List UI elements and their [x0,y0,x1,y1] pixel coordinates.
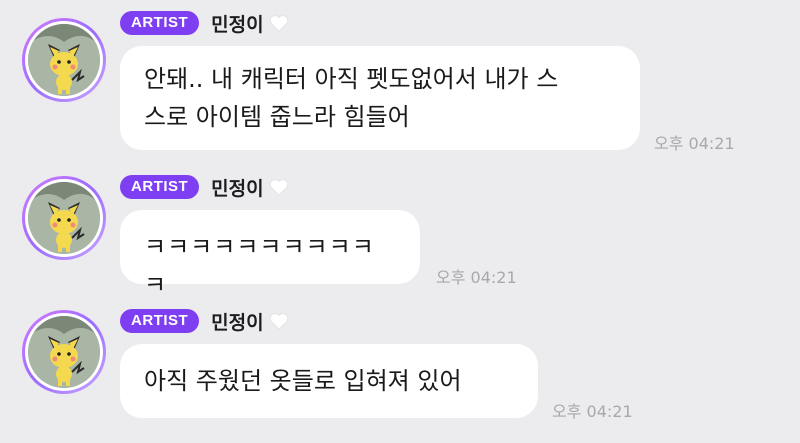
sender-row: ARTIST 민정이 [120,308,290,334]
artist-badge: ARTIST [120,175,200,199]
message-line: 스로 아이템 줍느라 힘들어 [144,103,410,131]
sender-row: ARTIST 민정이 [120,10,290,36]
white-heart-icon [269,179,288,196]
timestamp: 오후 04:21 [552,402,633,421]
timestamp: 오후 04:21 [654,134,735,153]
white-heart-icon [269,15,288,32]
sender-row: ARTIST 민정이 [120,174,290,200]
sender-name[interactable]: 민정이 [211,308,263,335]
message-bubble[interactable]: 안돼.. 내 캐릭터 아직 펫도없어서 내가 스 스로 아이템 줍느라 힘들어 [120,46,640,150]
message-line: 아직 주웠던 옷들로 입혀져 있어 [144,367,462,395]
message-line: ㅋㅋㅋㅋㅋㅋㅋㅋㅋㅋㅋ [144,233,375,299]
pichu-avatar-icon [28,182,100,254]
artist-badge: ARTIST [120,309,200,333]
pichu-avatar-icon [28,316,100,388]
message-line: 안돼.. 내 캐릭터 아직 펫도없어서 내가 스 [144,65,559,93]
artist-badge: ARTIST [120,11,200,35]
avatar[interactable] [22,18,106,102]
avatar[interactable] [22,310,106,394]
message-bubble[interactable]: ㅋㅋㅋㅋㅋㅋㅋㅋㅋㅋㅋ [120,210,420,299]
timestamp: 오후 04:21 [436,268,517,287]
pichu-avatar-icon [28,24,100,96]
sender-name[interactable]: 민정이 [211,10,263,37]
sender-name[interactable]: 민정이 [211,174,263,201]
white-heart-icon [269,313,288,330]
message-bubble[interactable]: 아직 주웠던 옷들로 입혀져 있어 [120,344,538,418]
avatar[interactable] [22,176,106,260]
